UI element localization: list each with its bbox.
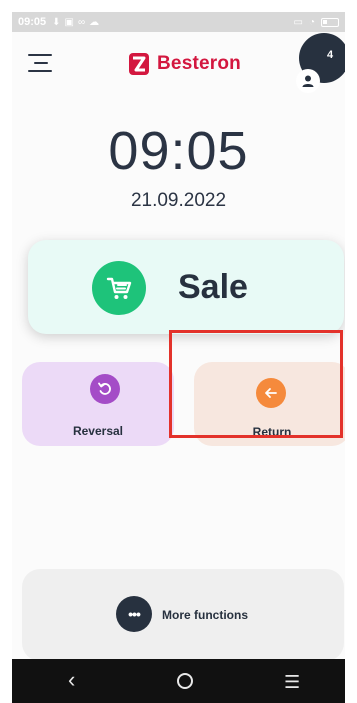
download-icon: ⬇ — [52, 16, 61, 28]
user-account-button[interactable]: 4 — [296, 33, 345, 93]
return-button[interactable]: Return — [194, 362, 345, 446]
more-functions-label: More functions — [162, 608, 248, 622]
recents-menu-icon[interactable]: ☰ — [284, 672, 300, 693]
wifi-icon: ◔ — [308, 16, 315, 28]
sale-label: Sale — [178, 268, 248, 306]
status-icons: ⬇ ▣ ∞ ☁ — [52, 17, 99, 28]
battery-icon — [321, 17, 339, 27]
return-label: Return — [252, 425, 292, 439]
image-icon: ▣ — [64, 16, 74, 28]
besteron-logo-icon — [129, 53, 149, 75]
hamburger-menu-icon[interactable] — [28, 52, 54, 74]
back-icon[interactable]: ‹ — [68, 667, 75, 693]
more-dots-icon: ••• — [116, 596, 152, 632]
cast-icon: ▭ — [293, 16, 303, 28]
cloud-icon: ☁ — [89, 16, 100, 28]
sale-button[interactable]: Sale — [28, 240, 344, 334]
link-icon: ∞ — [77, 16, 86, 28]
brand-logo: Besteron — [128, 52, 241, 76]
arrow-left-icon — [256, 378, 286, 408]
clock-date: 21.09.2022 — [130, 190, 227, 211]
reversal-label: Reversal — [72, 424, 124, 438]
user-count-badge: 4 — [327, 49, 334, 61]
more-functions-button[interactable]: ••• More functions — [22, 569, 344, 661]
undo-icon — [90, 374, 120, 404]
status-time: 09:05 — [18, 16, 47, 28]
clock-time: 09:05 — [108, 121, 249, 181]
status-bar: 09:05 ⬇ ▣ ∞ ☁ ▭ ◔ — [12, 12, 345, 32]
reversal-button[interactable]: Reversal — [22, 362, 174, 446]
brand-name: Besteron — [157, 53, 241, 74]
home-icon[interactable] — [177, 673, 193, 689]
status-right-icons: ▭ ◔ — [293, 16, 339, 28]
cart-icon — [92, 261, 146, 315]
app-screen: 09:05 ⬇ ▣ ∞ ☁ ▭ ◔ Besteron 4 09:05 21.09… — [12, 12, 345, 703]
system-nav-bar: ‹ ☰ — [12, 659, 345, 703]
user-icon — [296, 69, 320, 93]
